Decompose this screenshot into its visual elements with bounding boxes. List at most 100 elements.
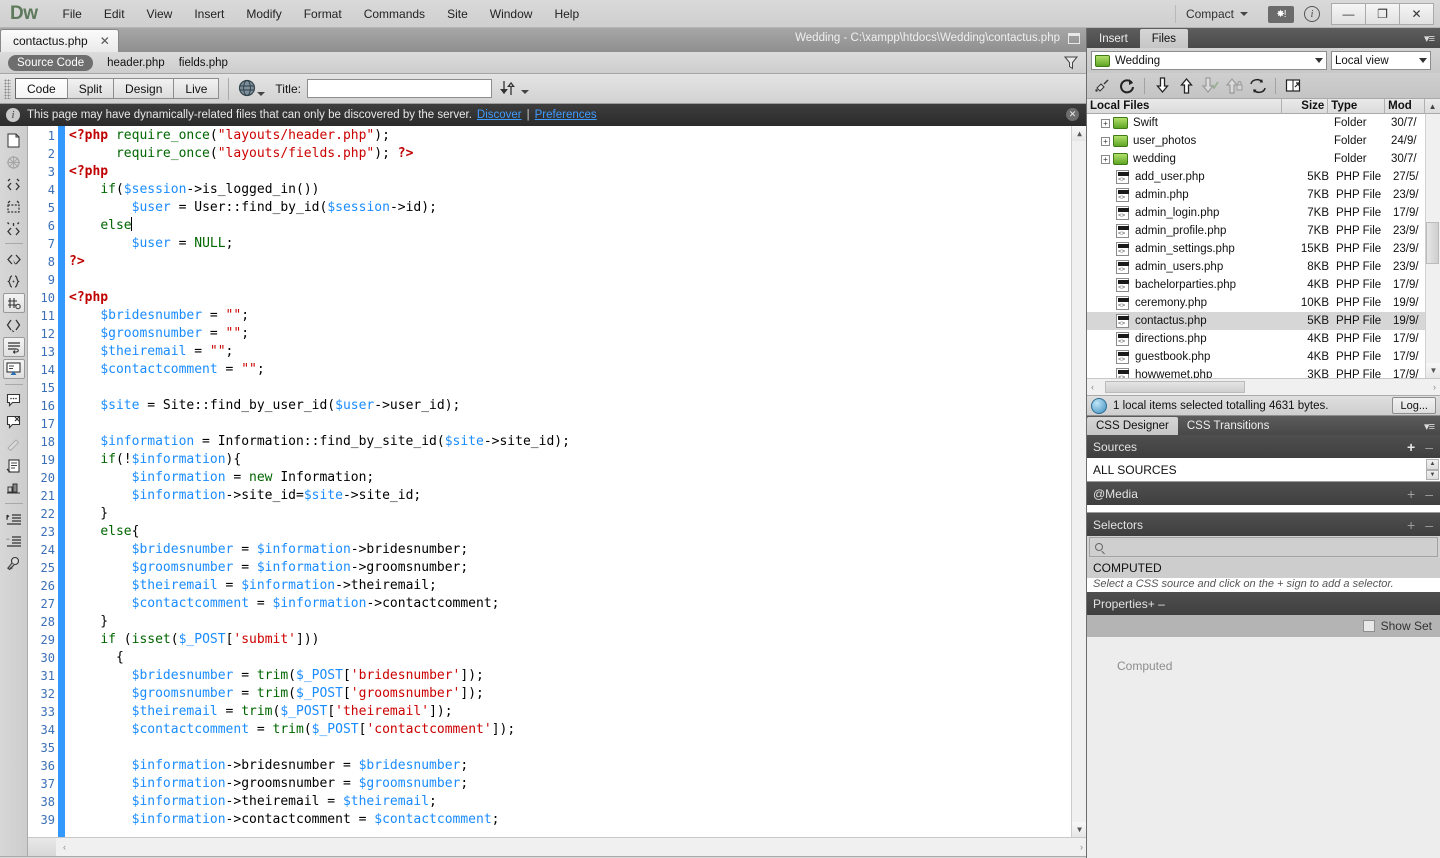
code-line[interactable]: <?php [69,163,1086,181]
code-line[interactable]: $bridesnumber = trim($_POST['bridesnumbe… [69,667,1086,685]
file-list-row[interactable]: admin_settings.php15KBPHP File23/9/ [1087,240,1440,258]
info-icon[interactable]: i [1304,6,1320,22]
code-line[interactable]: if(!$information){ [69,451,1086,469]
media-list[interactable] [1087,505,1440,513]
open-documents-icon[interactable] [3,130,25,150]
scroll-right-arrow-icon[interactable]: › [1433,382,1436,392]
title-input[interactable] [306,79,492,98]
code-line[interactable]: $information->bridesnumber = $bridesnumb… [69,757,1086,775]
file-list-row[interactable]: howwemet.php3KBPHP File17/9/ [1087,366,1440,378]
add-source-button[interactable]: + [1407,439,1415,455]
code-line[interactable]: ?> [69,253,1086,271]
file-list-row[interactable]: + Swift Folder 30/7/ [1087,114,1440,132]
workspace-switcher[interactable]: Compact [1174,5,1258,23]
preview-in-browser-icon[interactable] [238,79,266,98]
file-list-row[interactable]: admin_users.php8KBPHP File23/9/ [1087,258,1440,276]
check-in-icon[interactable] [1223,76,1245,96]
code-line[interactable]: $groomsnumber = trim($_POST['groomsnumbe… [69,685,1086,703]
scroll-left-arrow-icon[interactable]: ‹ [63,842,66,852]
code-line[interactable]: $contactcomment = $information->contactc… [69,595,1086,613]
code-line[interactable]: $groomsnumber = ""; [69,325,1086,343]
file-list-row[interactable]: + wedding Folder 30/7/ [1087,150,1440,168]
code-line[interactable]: $contactcomment = trim($_POST['contactco… [69,721,1086,739]
code-line[interactable]: $information->contactcomment = $contactc… [69,811,1086,829]
get-files-icon[interactable] [1151,76,1173,96]
minimize-icon[interactable]: — [1331,3,1366,25]
code-line[interactable]: $user = User::find_by_id($session->id); [69,199,1086,217]
refresh-icon[interactable] [1116,76,1138,96]
code-line[interactable]: $theiremail = ""; [69,343,1086,361]
file-list-horizontal-scrollbar[interactable]: ‹ › [1087,378,1440,395]
code-line[interactable]: $theiremail = trim($_POST['theiremail'])… [69,703,1086,721]
code-line[interactable]: $bridesnumber = ""; [69,307,1086,325]
expand-plus-icon[interactable]: + [1101,136,1110,146]
sort-ascending-icon[interactable]: ▲ [1425,102,1440,111]
log-button[interactable]: Log... [1392,397,1436,414]
code-line[interactable]: } [69,505,1086,523]
discover-link[interactable]: Discover [477,109,522,121]
code-line[interactable]: $bridesnumber = $information->bridesnumb… [69,541,1086,559]
connect-to-remote-icon[interactable] [1092,76,1114,96]
select-parent-tag-icon[interactable] [3,249,25,269]
spinner-up-icon[interactable]: ▲ [1426,459,1439,470]
collapse-full-tag-icon-2[interactable] [3,174,25,194]
menu-modify[interactable]: Modify [235,3,292,25]
syntax-error-alerts-icon[interactable] [2,359,25,379]
code-line[interactable]: $information = new Information; [69,469,1086,487]
menu-window[interactable]: Window [479,3,544,25]
indent-code-icon[interactable]: + [3,509,25,529]
spinner-down-icon[interactable]: ▼ [1426,469,1439,480]
collapse-full-tag-icon[interactable] [3,152,25,172]
toolbar-grip-icon[interactable] [4,78,11,99]
code-line[interactable] [69,379,1086,397]
code-line[interactable]: $contactcomment = ""; [69,361,1086,379]
code-text[interactable]: <?php require_once("layouts/header.php")… [65,126,1086,837]
code-line[interactable]: if (isset($_POST['submit'])) [69,631,1086,649]
remove-source-button[interactable]: – [1425,439,1433,455]
code-line[interactable]: else{ [69,523,1086,541]
column-type[interactable]: Type [1328,98,1386,114]
scrollbar-thumb[interactable] [1105,381,1245,393]
computed-row[interactable]: COMPUTED [1087,558,1440,578]
code-line[interactable]: <?php [69,289,1086,307]
expand-panel-icon[interactable] [1282,76,1304,96]
code-line[interactable]: else [69,217,1086,235]
file-list-vertical-scrollbar[interactable]: ▼ [1425,114,1440,378]
scroll-up-arrow-icon[interactable]: ▲ [1072,126,1086,141]
synchronize-icon[interactable] [1247,76,1269,96]
filter-icon[interactable] [1063,55,1079,74]
panel-options-menu-icon[interactable]: ▾≡ [1424,32,1435,45]
tab-insert[interactable]: Insert [1087,29,1140,48]
file-list-row[interactable]: admin_login.php7KBPHP File17/9/ [1087,204,1440,222]
expand-plus-icon[interactable]: + [1101,118,1110,128]
code-line[interactable] [69,415,1086,433]
code-horizontal-scrollbar[interactable]: ‹ › [28,837,1086,856]
close-icon[interactable]: ✕ [100,34,110,48]
view-button-design[interactable]: Design [113,78,175,99]
menu-commands[interactable]: Commands [353,3,436,25]
related-file-fields[interactable]: fields.php [179,57,228,69]
code-line[interactable]: $theiremail = $information->theiremail; [69,577,1086,595]
menu-format[interactable]: Format [293,3,353,25]
check-out-icon[interactable] [1199,76,1221,96]
tab-css-transitions[interactable]: CSS Transitions [1178,417,1278,435]
sources-list[interactable]: ALL SOURCES ▲ ▼ [1087,458,1440,482]
document-tab-contactus[interactable]: contactus.php ✕ [0,29,119,52]
file-list[interactable]: + Swift Folder 30/7/+ user_photos Folder 24/9/… [1087,114,1440,378]
extensions-alert-icon[interactable]: ✸! [1268,5,1294,23]
line-numbers-icon[interactable] [2,293,25,313]
add-selector-button[interactable]: + [1407,517,1415,533]
expand-plus-icon[interactable]: + [1101,154,1110,164]
panel-options-menu-icon[interactable]: ▾≡ [1424,420,1435,433]
code-vertical-scrollbar[interactable]: ▲ ▼ [1071,126,1086,837]
close-icon[interactable]: ✕ [1066,108,1079,121]
file-list-row[interactable]: + user_photos Folder 24/9/ [1087,132,1440,150]
highlight-invalid-code-icon[interactable] [3,315,25,335]
code-line[interactable]: { [69,649,1086,667]
file-list-row[interactable]: admin_profile.php7KBPHP File23/9/ [1087,222,1440,240]
file-list-row[interactable]: directions.php4KBPHP File17/9/ [1087,330,1440,348]
file-list-row[interactable]: bachelorparties.php4KBPHP File17/9/ [1087,276,1440,294]
file-list-row[interactable]: ceremony.php10KBPHP File19/9/ [1087,294,1440,312]
code-line[interactable] [69,271,1086,289]
file-list-row[interactable]: contactus.php5KBPHP File19/9/ [1087,312,1440,330]
